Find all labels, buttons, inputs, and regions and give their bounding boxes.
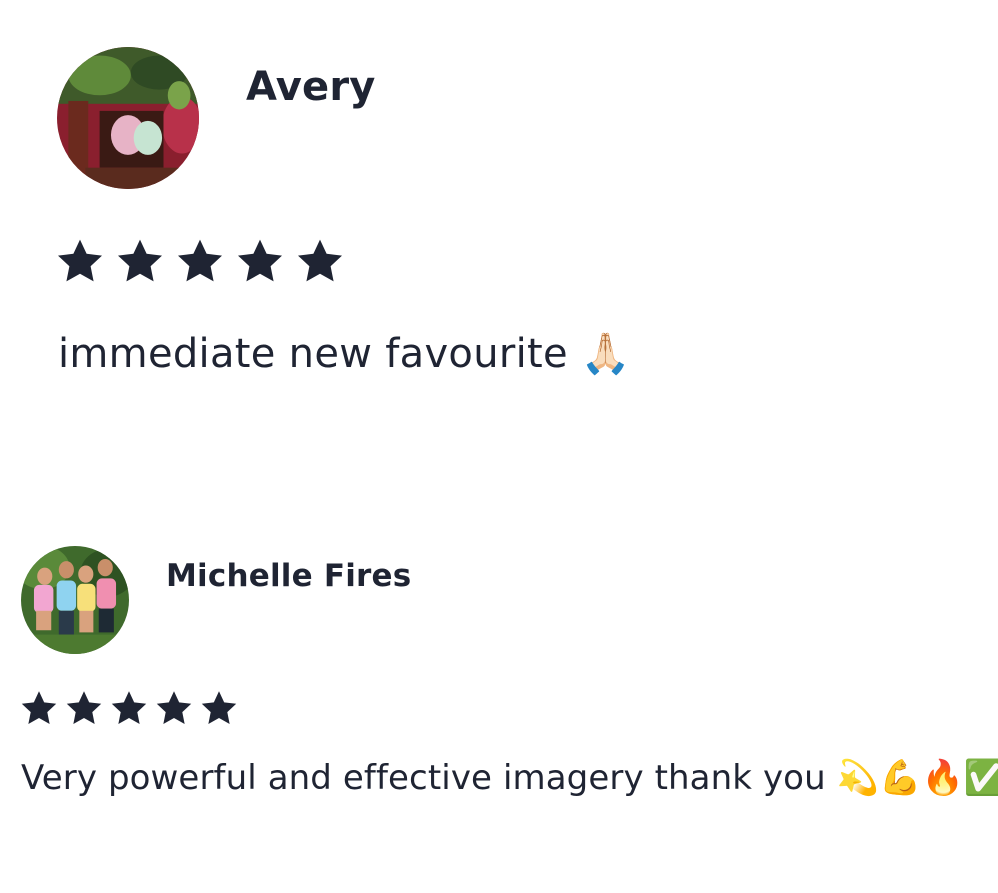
review-card: Avery immediate new favourite 🙏🏻 (0, 0, 998, 470)
star-icon (156, 691, 192, 724)
star-rating (56, 238, 344, 284)
review-card: Michelle Fires Very powerful and effecti… (0, 470, 998, 893)
star-icon (238, 239, 282, 282)
reviewer-name: Avery (246, 64, 376, 110)
star-icon (58, 239, 102, 282)
star-icon (178, 239, 222, 282)
reviewer-name: Michelle Fires (166, 558, 412, 594)
star-rating (20, 690, 238, 726)
review-text: Very powerful and effective imagery than… (21, 758, 998, 798)
star-icon (21, 691, 57, 724)
avatar (57, 47, 199, 189)
avatar (21, 546, 129, 654)
star-icon (118, 239, 162, 282)
star-icon (111, 691, 147, 724)
star-icon (201, 691, 237, 724)
review-text: immediate new favourite 🙏🏻 (58, 331, 632, 377)
star-icon (66, 691, 102, 724)
star-icon (298, 239, 342, 282)
